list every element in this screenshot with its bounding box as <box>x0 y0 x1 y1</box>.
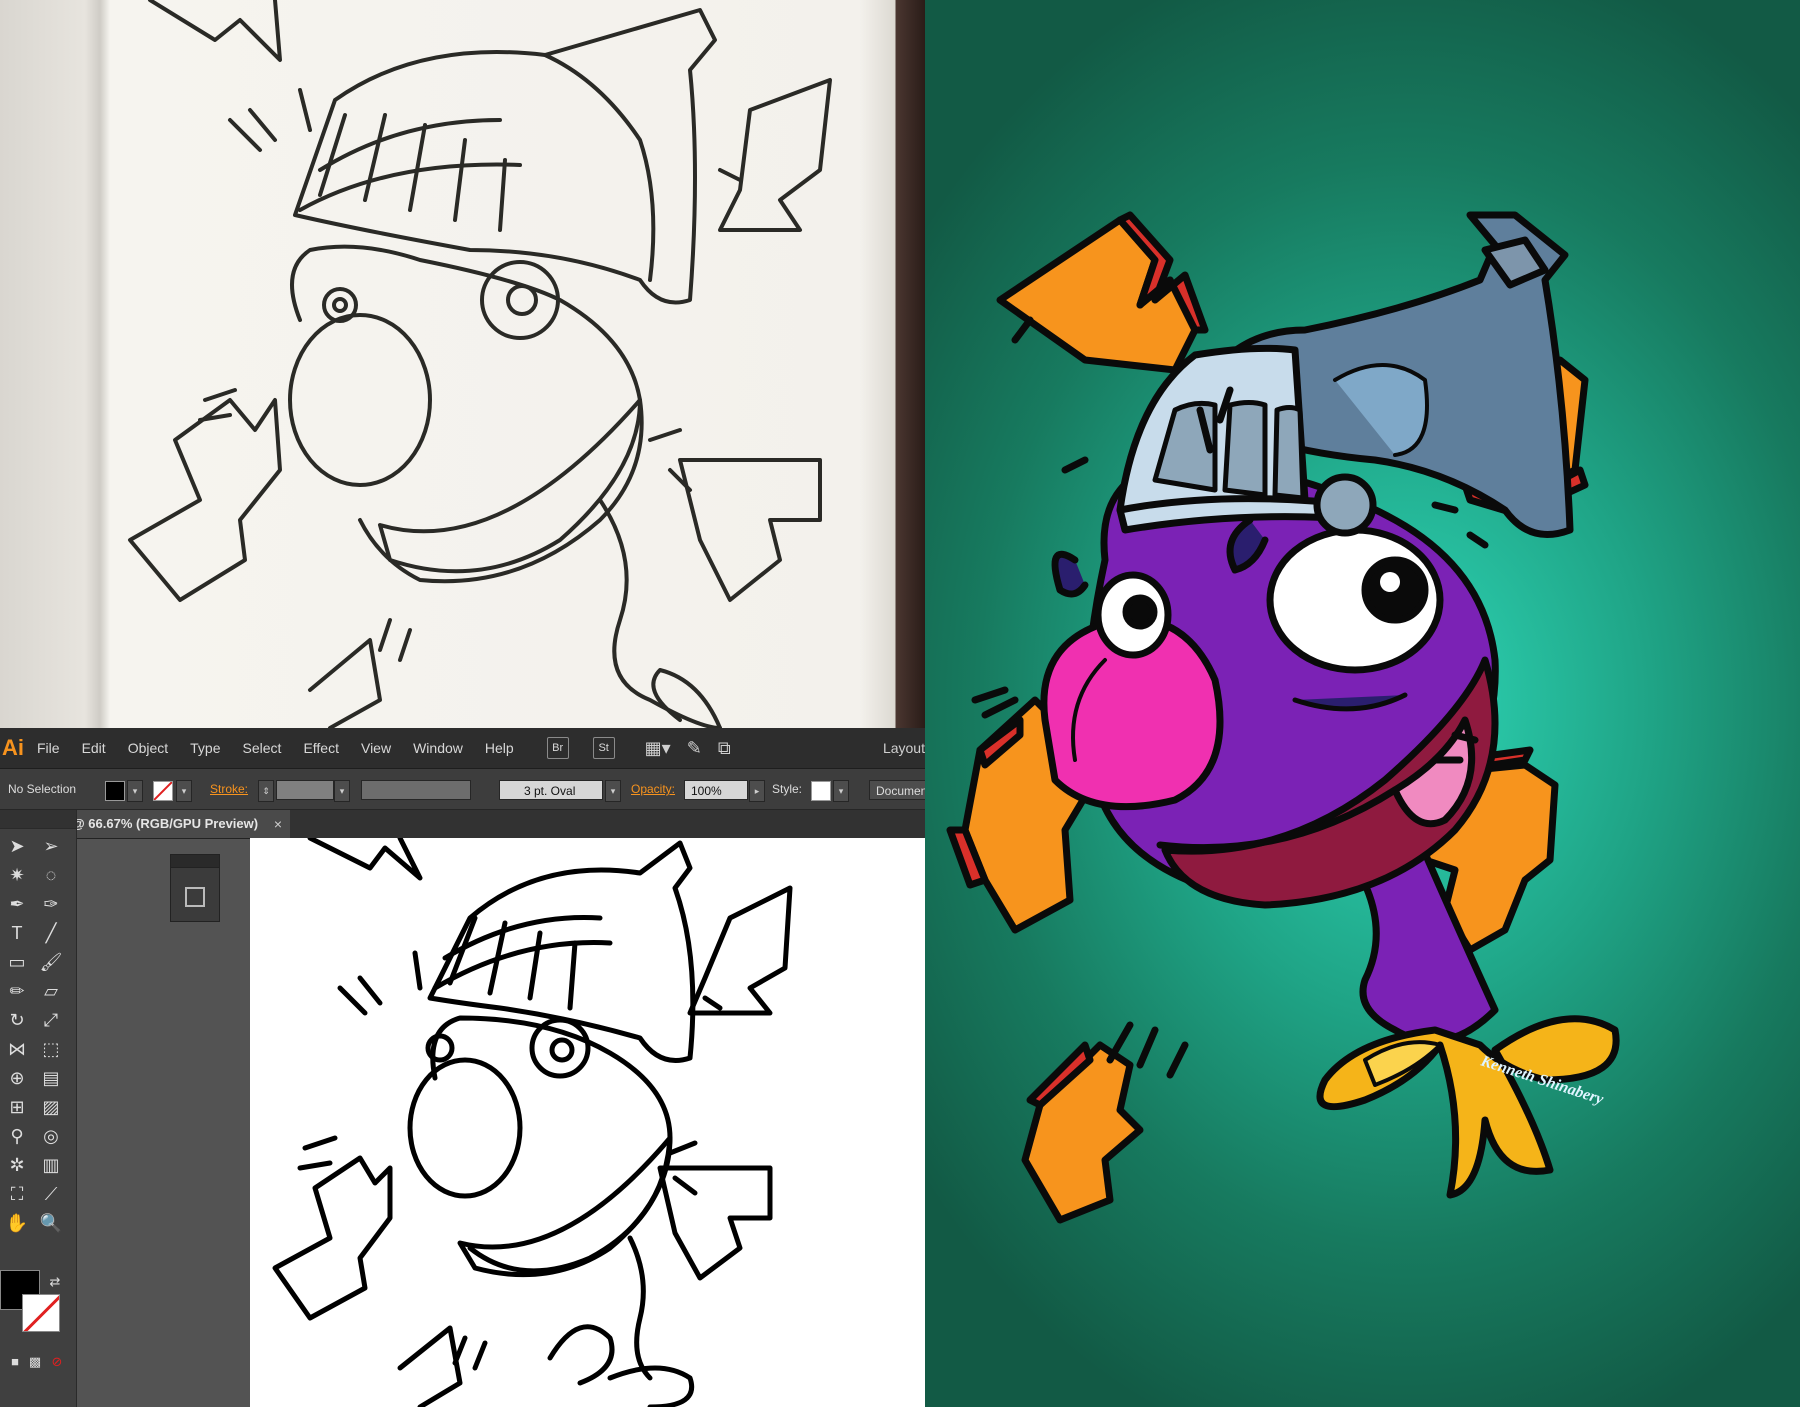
bridge-button[interactable]: Br <box>546 737 569 759</box>
rotate-tool-icon[interactable]: ↻ <box>2 1006 32 1034</box>
menu-object[interactable]: Object <box>117 728 179 768</box>
style-dropdown-icon[interactable]: ▾ <box>833 780 849 802</box>
artboard-tool-icon[interactable]: ⛶ <box>2 1180 32 1208</box>
stroke-dropdown-icon[interactable]: ▾ <box>176 780 192 802</box>
document-setup-button[interactable]: Documen <box>869 780 925 800</box>
document-tab-title: @ 66.67% (RGB/GPU Preview) <box>72 816 259 831</box>
shape-builder-tool-icon[interactable]: ⊕ <box>2 1064 32 1092</box>
selection-tool-icon[interactable]: ➤ <box>2 832 32 860</box>
gradient-tool-icon[interactable]: ▨ <box>36 1093 66 1121</box>
final-illustration: Kenneth Shinabery <box>925 0 1800 1407</box>
paintbrush-tool-icon[interactable]: 🖌 <box>36 948 66 976</box>
menu-window[interactable]: Window <box>402 728 474 768</box>
arrange-documents-icon[interactable]: ▦▾ <box>645 738 671 759</box>
menu-effect[interactable]: Effect <box>292 728 350 768</box>
gpu-performance-icon[interactable]: ⧉ <box>718 738 731 759</box>
menu-edit[interactable]: Edit <box>71 728 117 768</box>
free-transform-tool-icon[interactable]: ⬚ <box>36 1035 66 1063</box>
close-icon[interactable]: × <box>274 810 282 838</box>
fill-dropdown-icon[interactable]: ▾ <box>127 780 143 802</box>
stroke-color-swatch[interactable] <box>153 781 173 801</box>
slice-tool-icon[interactable]: ⟋ <box>36 1180 66 1208</box>
curvature-tool-icon[interactable]: ✑ <box>36 890 66 918</box>
eraser-tool-icon[interactable]: ▱ <box>36 977 66 1005</box>
scale-tool-icon[interactable]: ⤢ <box>36 1006 66 1034</box>
column-graph-tool-icon[interactable]: ▥ <box>36 1151 66 1179</box>
variable-width-profile[interactable] <box>361 780 471 800</box>
app-logo: Ai <box>0 732 26 764</box>
fill-color-swatch[interactable] <box>105 781 125 801</box>
zoom-tool-icon[interactable]: 🔍 <box>36 1209 66 1237</box>
stroke-weight-dropdown-icon[interactable]: ▾ <box>334 780 350 802</box>
sketch-drawing <box>128 0 832 728</box>
graphic-style-swatch[interactable] <box>811 781 831 801</box>
type-tool-icon[interactable]: T <box>2 919 32 947</box>
stock-button[interactable]: St <box>592 737 615 759</box>
tools-panel-header[interactable] <box>0 810 76 829</box>
lasso-tool-icon[interactable]: ◌ <box>36 861 66 889</box>
direct-selection-tool-icon[interactable]: ➢ <box>36 832 66 860</box>
magic-wand-tool-icon[interactable]: ✷ <box>2 861 32 889</box>
illustrator-window: Ai File Edit Object Type Select Effect V… <box>0 728 925 1407</box>
perspective-grid-tool-icon[interactable]: ▤ <box>36 1064 66 1092</box>
brush-dropdown-icon[interactable]: ▾ <box>605 780 621 802</box>
artboards-icon[interactable] <box>185 887 205 907</box>
stroke-weight-field[interactable] <box>276 780 334 800</box>
tool-grid: ➤ ➢ ✷ ◌ ✒ ✑ T ╱ ▭ 🖌 ✏ ▱ ↻ ⤢ ⋈ ⬚ ⊕ ▤ ⊞ ▨ … <box>0 828 76 1369</box>
menu-type[interactable]: Type <box>179 728 231 768</box>
style-label: Style: <box>772 782 803 796</box>
selection-status: No Selection <box>8 782 77 796</box>
opacity-label[interactable]: Opacity: <box>631 769 675 809</box>
floating-panel[interactable] <box>170 854 220 922</box>
symbol-sprayer-tool-icon[interactable]: ✲ <box>2 1151 32 1179</box>
artboard[interactable] <box>250 838 925 1407</box>
brush-definition-field[interactable]: 3 pt. Oval <box>499 780 603 800</box>
mesh-tool-icon[interactable]: ⊞ <box>2 1093 32 1121</box>
line-tool-icon[interactable]: ╱ <box>36 919 66 947</box>
stroke-weight-stepper[interactable]: ⇕ <box>258 780 274 802</box>
menu-select[interactable]: Select <box>232 728 293 768</box>
menu-bar: Ai File Edit Object Type Select Effect V… <box>0 728 925 769</box>
menu-view[interactable]: View <box>350 728 402 768</box>
feather-icon[interactable]: ✎ <box>687 738 702 759</box>
menu-help[interactable]: Help <box>474 728 525 768</box>
hand-tool-icon[interactable]: ✋ <box>2 1209 32 1237</box>
workspace-switcher[interactable]: Layout <box>883 728 925 768</box>
opacity-field[interactable]: 100% <box>684 780 748 800</box>
stroke-label[interactable]: Stroke: <box>210 769 248 809</box>
color-mode-none-icon[interactable]: ⊘ <box>42 1348 72 1376</box>
sketch-photo <box>0 0 925 728</box>
blend-tool-icon[interactable]: ◎ <box>36 1122 66 1150</box>
menu-file[interactable]: File <box>26 728 71 768</box>
pen-tool-icon[interactable]: ✒ <box>2 890 32 918</box>
colored-character: Kenneth Shinabery <box>946 211 1620 1224</box>
inked-line-art <box>272 838 793 1407</box>
rectangle-tool-icon[interactable]: ▭ <box>2 948 32 976</box>
document-tab[interactable]: @ 66.67% (RGB/GPU Preview) × <box>68 810 290 838</box>
width-tool-icon[interactable]: ⋈ <box>2 1035 32 1063</box>
control-bar: No Selection ▾ ▾ Stroke: ⇕ ▾ 3 pt. Oval … <box>0 769 925 810</box>
eyedropper-tool-icon[interactable]: ⚲ <box>2 1122 32 1150</box>
swap-colors-icon[interactable]: ⇄ <box>40 1268 70 1296</box>
pencil-tool-icon[interactable]: ✏ <box>2 977 32 1005</box>
opacity-dropdown-icon[interactable]: ▸ <box>749 780 765 802</box>
document-tab-bar: @ 66.67% (RGB/GPU Preview) × <box>0 810 925 839</box>
